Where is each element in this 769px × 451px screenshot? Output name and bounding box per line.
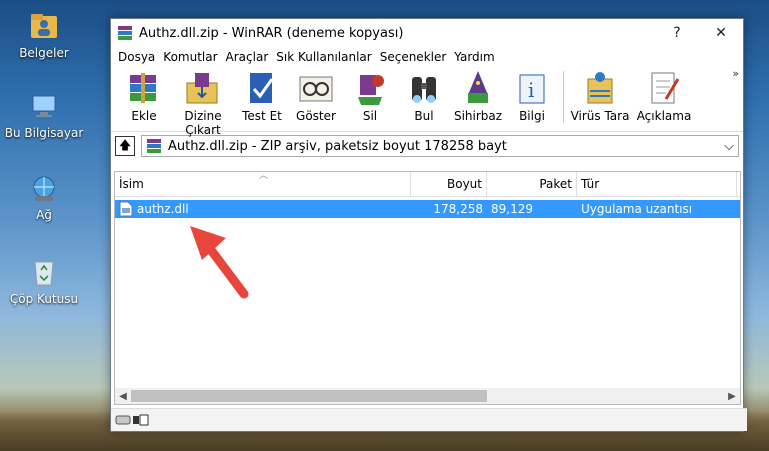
menu-secenekler[interactable]: Seçenekler [376,50,451,64]
toolbar-overflow-chevron[interactable]: » [732,67,739,80]
sort-ascending-icon: ︿ [259,171,269,181]
file-name-cell: authz.dll [115,201,411,217]
extract-to-icon [186,73,218,104]
desktop-icon-label: Çöp Kutusu [9,292,79,306]
virus-scan-icon [587,72,613,104]
annotation-arrow [190,226,249,299]
toolbar-label: Sihirbaz [453,109,503,123]
toolbar-label: Virüs Tara [570,109,630,123]
desktop-icon-ag[interactable]: Ağ [4,174,84,222]
toolbar-button-bilgi[interactable]: i Bilgi [505,67,559,123]
desktop-icon-label: Bu Bilgisayar [4,126,84,140]
toolbar-label: Sil [362,109,378,123]
chevron-down-icon[interactable]: ⌵ [724,139,734,154]
desktop-icon-label: Belgeler [19,46,69,60]
network-globe-icon [33,176,55,201]
toolbar-label: Ekle [131,109,157,123]
toolbar-label: Göster [296,109,336,123]
toolbar-label: Bul [414,109,434,123]
arrow-up-icon: 🡅 [118,137,132,152]
computer-icon [32,95,56,117]
winrar-app-icon [118,26,132,40]
svg-text:i: i [528,78,534,102]
column-header-boyut[interactable]: Boyut [411,172,487,196]
delete-icon [358,75,384,105]
archive-path-text: Authz.dll.zip - ZIP arşiv, paketsiz boyu… [168,138,507,154]
help-button[interactable]: ? [655,25,699,41]
toolbar-label: Bilgi [519,109,545,123]
file-list-header: ︿ İsim Boyut Paket Tür [115,171,740,197]
scroll-right-icon[interactable]: ▶ [724,391,740,402]
column-header-paket[interactable]: Paket [487,172,577,196]
toolbar-button-test-et[interactable]: Test Et [235,67,289,123]
scroll-track[interactable] [131,390,724,402]
menu-komutlar[interactable]: Komutlar [159,50,221,64]
toolbar-button-sil[interactable]: Sil [343,67,397,123]
scroll-thumb[interactable] [131,390,487,402]
close-button[interactable]: ✕ [699,25,743,41]
toolbar-button-virus-tara[interactable]: Virüs Tara [568,67,632,123]
test-icon [250,73,274,103]
comment-icon [651,72,680,104]
file-packed-size: 89,129 [491,202,533,216]
archive-path-box[interactable]: Authz.dll.zip - ZIP arşiv, paketsiz boyu… [141,135,739,157]
toolbar-separator [563,71,564,123]
menu-sik-kullanilanlar[interactable]: Sık Kullanılanlar [272,50,375,64]
add-archive-icon [130,73,156,103]
toolbar: Ekle Dizine Çıkart Test Et Göster Sil Bu… [111,67,743,137]
title-bar: Authz.dll.zip - WinRAR (deneme kopyası) … [111,19,743,47]
wizard-icon [468,71,488,103]
toolbar-button-bul[interactable]: Bul [397,67,451,123]
menu-dosya[interactable]: Dosya [114,50,159,64]
dll-file-icon [119,201,133,217]
winrar-archive-icon [147,139,161,153]
toolbar-label: Test Et [242,109,282,123]
recycle-bin-icon [34,261,54,286]
desktop-icon-bu-bilgisayar[interactable]: Bu Bilgisayar [4,92,84,140]
view-icon [299,76,333,102]
menu-bar: Dosya Komutlar Araçlar Sık Kullanılanlar… [111,47,743,67]
info-icon: i [519,74,545,104]
menu-yardim[interactable]: Yardım [450,50,498,64]
desktop-icon-label: Ağ [36,208,52,222]
drive-status-icon [115,414,149,426]
status-bar [111,408,747,431]
window-title: Authz.dll.zip - WinRAR (deneme kopyası) [139,25,404,41]
file-name: authz.dll [137,202,189,216]
toolbar-button-dizine-cikart[interactable]: Dizine Çıkart [171,67,235,137]
toolbar-button-sihirbaz[interactable]: Sihirbaz [451,67,505,123]
table-row[interactable]: authz.dll 178,258 89,129 Uygulama uzantı… [115,200,740,218]
toolbar-label: Açıklama [636,109,692,123]
file-type: Uygulama uzantısı [581,202,693,216]
column-header-tur[interactable]: Tür [577,172,737,196]
horizontal-scrollbar[interactable]: ◀ ▶ [115,388,740,404]
desktop-icon-belgeler[interactable]: Belgeler [4,10,84,60]
toolbar-label: Dizine Çıkart [184,109,222,137]
up-folder-button[interactable]: 🡅 [115,136,135,156]
toolbar-button-goster[interactable]: Göster [289,67,343,123]
toolbar-button-aciklama[interactable]: Açıklama [632,67,696,123]
scroll-left-icon[interactable]: ◀ [115,391,131,402]
folder-user-icon [31,14,57,38]
find-icon [412,77,436,103]
file-size: 178,258 [433,202,483,216]
menu-araclar[interactable]: Araçlar [222,50,273,64]
desktop-icon-cop-kutusu[interactable]: Çöp Kutusu [4,256,84,306]
toolbar-button-ekle[interactable]: Ekle [117,67,171,123]
